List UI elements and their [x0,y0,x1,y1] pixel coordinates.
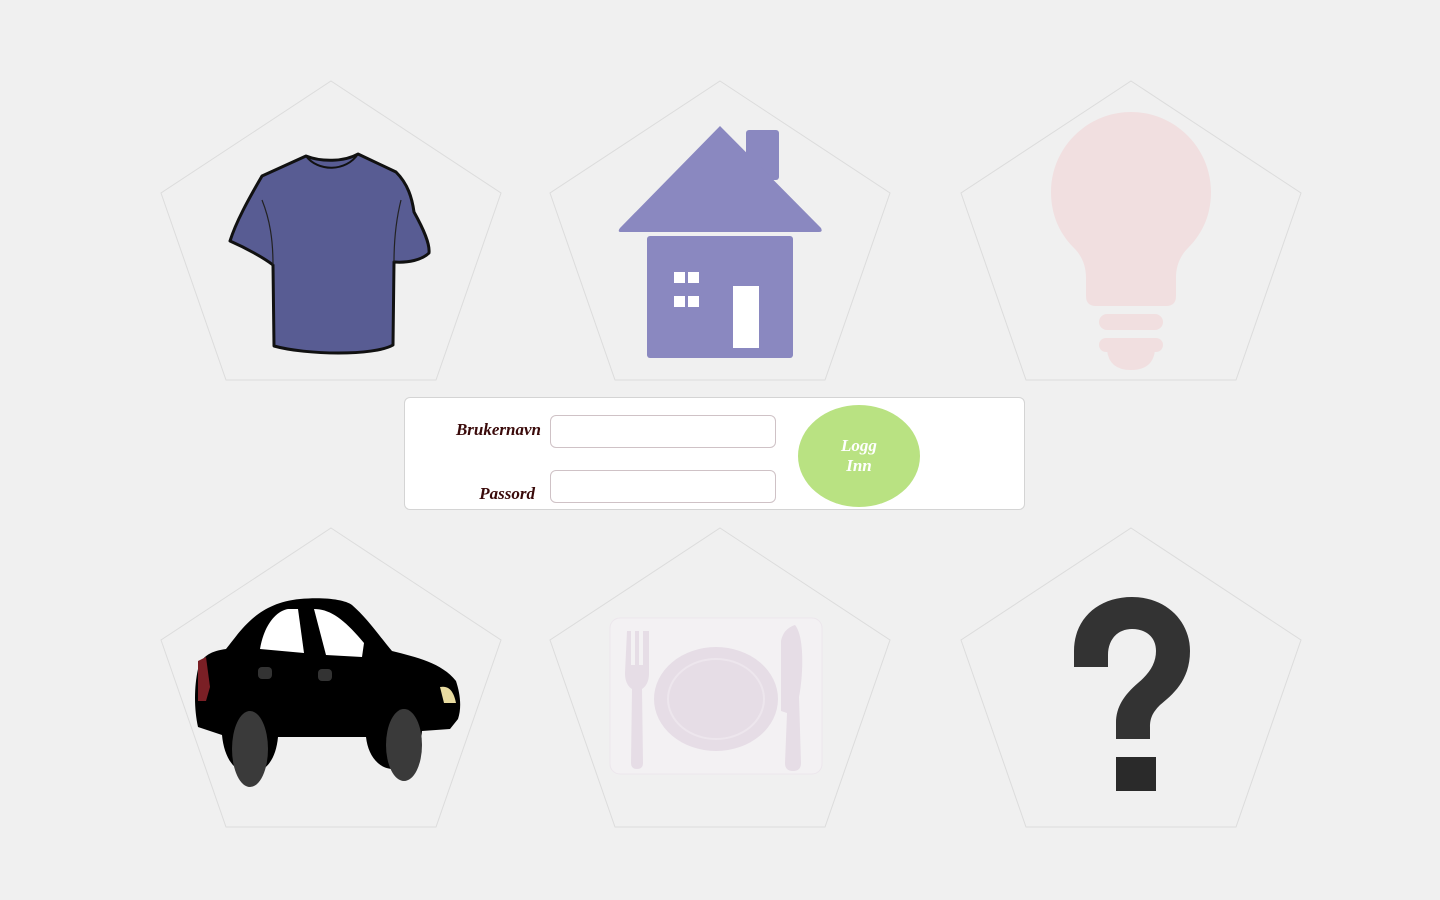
car-tile[interactable] [160,527,502,828]
password-label: Passord [479,484,535,503]
question-mark-icon [1074,597,1190,791]
login-button-label: Logg Inn [841,436,877,475]
house-icon [618,126,822,358]
plate-cutlery-icon [609,617,823,775]
question-tile[interactable] [960,527,1302,828]
login-form: Brukernavn Passord Logg Inn [404,397,1025,510]
lightbulb-tile[interactable] [960,80,1302,381]
password-input[interactable] [550,470,776,503]
t-shirt-icon [228,152,431,355]
shirt-tile[interactable] [160,80,502,381]
car-icon [195,598,461,787]
dining-tile[interactable] [549,527,891,828]
login-button[interactable]: Logg Inn [798,405,920,507]
house-tile[interactable] [549,80,891,381]
username-label: Brukernavn [455,420,541,439]
username-input[interactable] [550,415,776,448]
lightbulb-icon [1051,112,1211,370]
